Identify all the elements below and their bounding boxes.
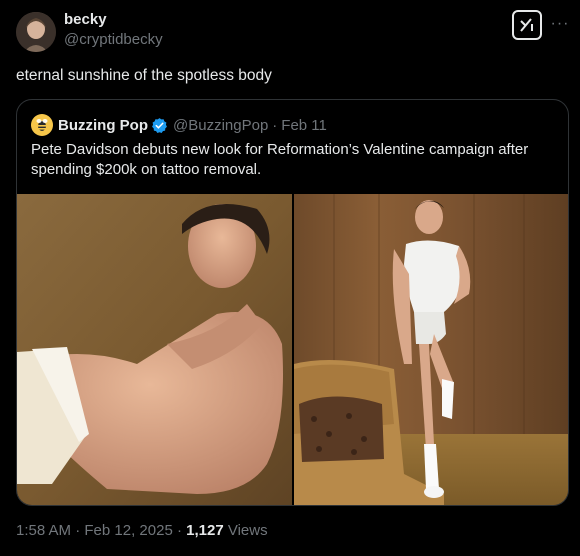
quoted-tweet[interactable]: Buzzing Pop @BuzzingPop · Feb 11 Pete Da… [16, 99, 569, 506]
meta-separator: · [75, 522, 81, 539]
tweet-meta: 1:58 AM · Feb 12, 2025 · 1,127 Views [16, 521, 268, 541]
more-button[interactable]: ··· [550, 14, 570, 34]
quoted-tweet-text: Pete Davidson debuts new look for Reform… [31, 141, 529, 178]
photo-left[interactable] [17, 194, 292, 505]
photo-left-image [17, 194, 292, 505]
quoted-handle[interactable]: @BuzzingPop [173, 117, 268, 134]
tweet-text: eternal sunshine of the spotless body [16, 67, 272, 84]
meta-separator: · [176, 522, 182, 539]
avatar[interactable] [16, 12, 56, 52]
tweet-header: becky @cryptidbecky [16, 10, 163, 52]
quoted-separator: · [272, 116, 278, 134]
tweet-date[interactable]: Feb 12, 2025 [84, 522, 172, 539]
more-icon: ··· [550, 15, 570, 32]
author-handle[interactable]: @cryptidbecky [64, 30, 163, 50]
grok-icon [520, 18, 533, 32]
quoted-display-name[interactable]: Buzzing Pop [58, 117, 148, 134]
verified-badge-icon [152, 117, 167, 133]
quoted-date[interactable]: Feb 11 [281, 117, 327, 134]
grok-button[interactable] [512, 10, 542, 40]
quoted-tweet-header: Buzzing Pop @BuzzingPop · Feb 11 [31, 114, 327, 136]
views-count[interactable]: 1,127 [186, 522, 224, 539]
quoted-avatar [31, 114, 53, 136]
photo-right[interactable] [294, 194, 568, 505]
author-display-name[interactable]: becky [64, 10, 163, 30]
views-label[interactable]: Views [228, 522, 268, 539]
bee-icon [36, 119, 48, 131]
photo-right-image [294, 194, 568, 505]
tweet-time[interactable]: 1:58 AM [16, 522, 71, 539]
avatar-image [16, 12, 56, 52]
